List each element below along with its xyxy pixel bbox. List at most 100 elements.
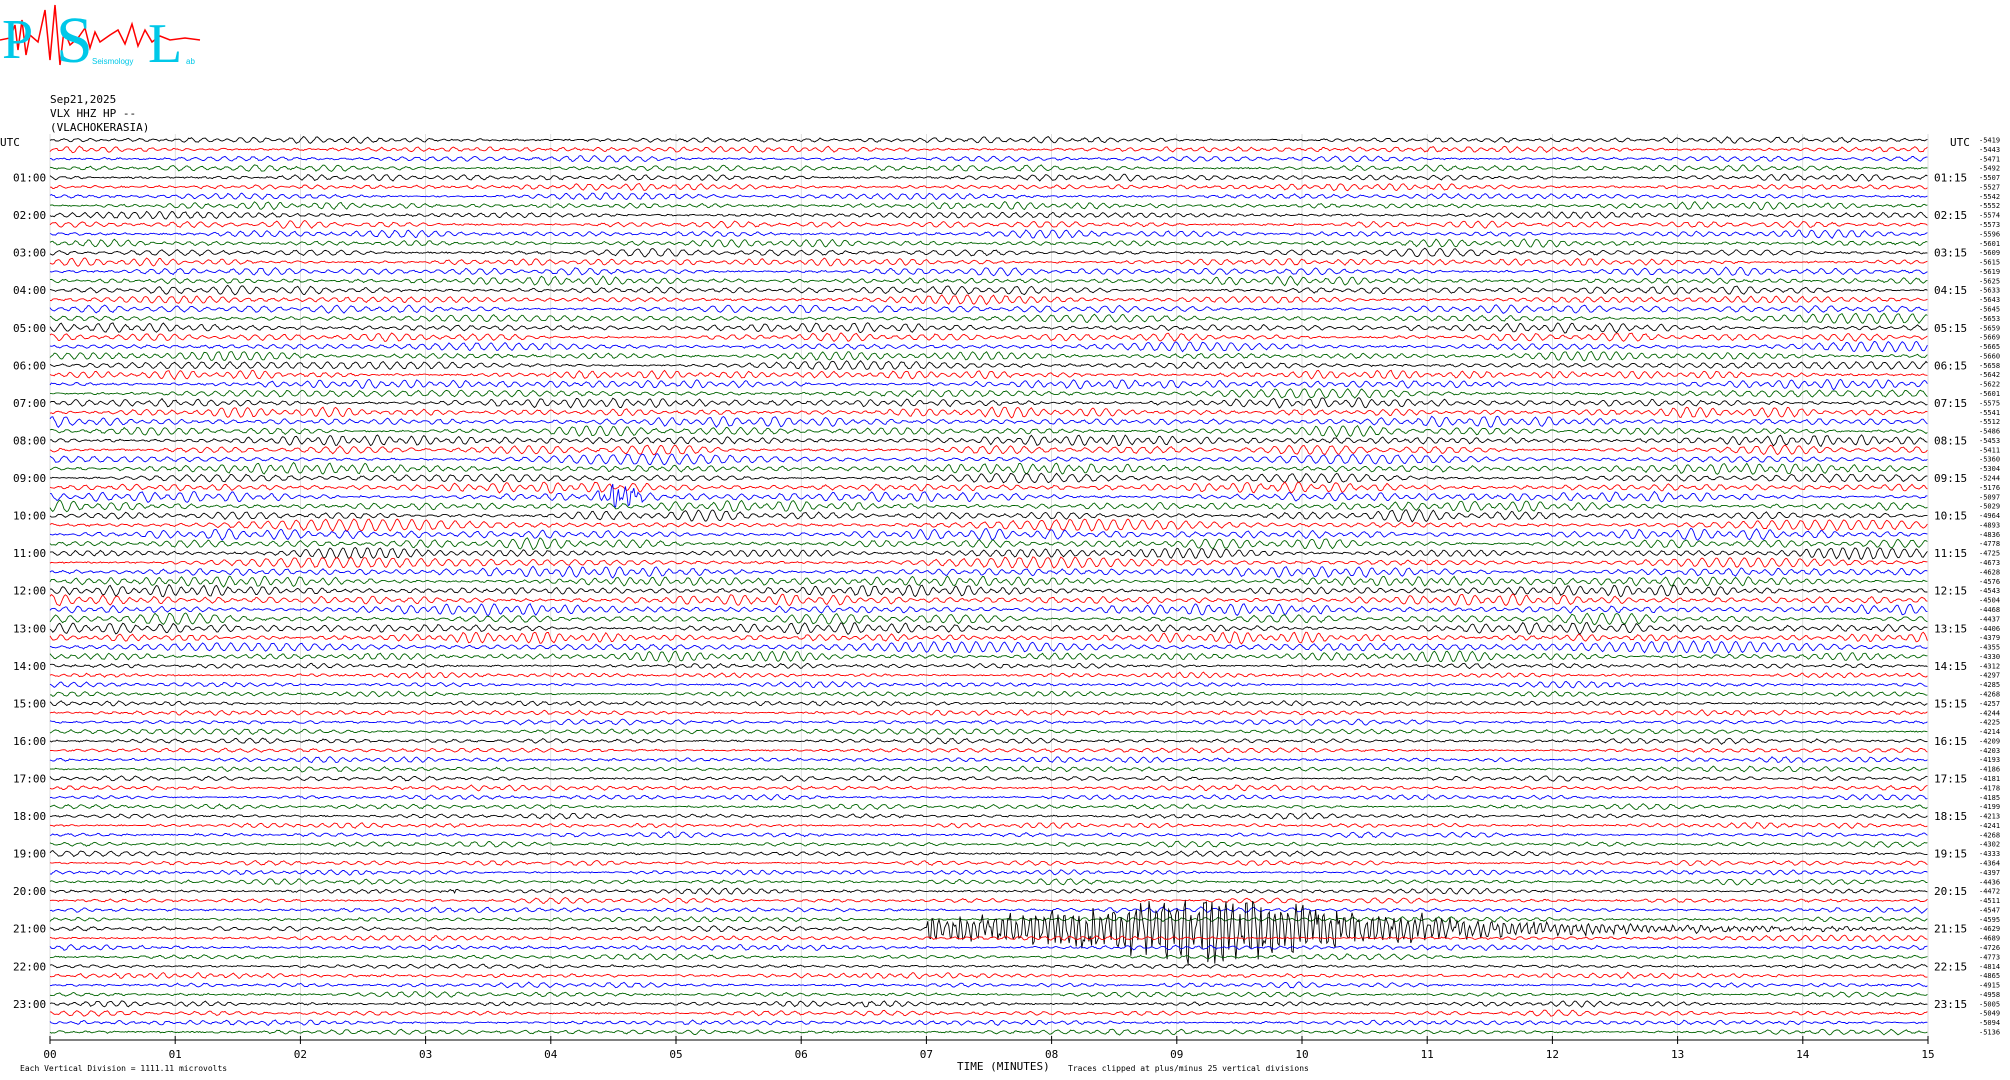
trace-row-3 bbox=[49, 164, 1928, 173]
left-label-1800: 18:00 bbox=[13, 810, 46, 823]
offset-label-74: -4268 bbox=[1979, 831, 2000, 839]
offset-label-88: -4814 bbox=[1979, 963, 2000, 971]
trace-row-44 bbox=[49, 546, 1928, 561]
offset-label-15: -5625 bbox=[1979, 277, 2000, 285]
trace-row-78 bbox=[49, 869, 1928, 876]
offset-label-24: -5658 bbox=[1979, 362, 2000, 370]
offset-label-90: -4915 bbox=[1979, 982, 2000, 990]
offset-label-94: -5094 bbox=[1979, 1019, 2000, 1027]
offset-label-12: -5609 bbox=[1979, 249, 2000, 257]
trace-row-80 bbox=[49, 887, 1928, 895]
offset-label-52: -4406 bbox=[1979, 625, 2000, 633]
offset-label-46: -4628 bbox=[1979, 568, 2000, 576]
left-label-0900: 09:00 bbox=[13, 472, 46, 485]
trace-row-95 bbox=[49, 1028, 1928, 1036]
offset-label-27: -5601 bbox=[1979, 390, 2000, 398]
offset-label-77: -4364 bbox=[1979, 859, 2000, 867]
offset-label-43: -4778 bbox=[1979, 540, 2000, 548]
trace-row-9 bbox=[49, 219, 1928, 229]
trace-row-82 bbox=[49, 906, 1928, 914]
trace-row-93 bbox=[49, 1009, 1928, 1017]
trace-row-77 bbox=[49, 859, 1928, 867]
trace-row-49 bbox=[49, 593, 1928, 607]
trace-row-16 bbox=[49, 284, 1928, 296]
offset-label-39: -5029 bbox=[1979, 503, 2000, 511]
right-label-0915: 09:15 bbox=[1934, 472, 1967, 485]
offset-label-86: -4726 bbox=[1979, 944, 2000, 952]
trace-row-12 bbox=[49, 247, 1928, 258]
offset-label-33: -5411 bbox=[1979, 446, 2000, 454]
offset-label-0: -5419 bbox=[1979, 137, 2000, 145]
left-label-1200: 12:00 bbox=[13, 585, 46, 598]
trace-row-21 bbox=[49, 332, 1928, 343]
trace-row-31 bbox=[49, 425, 1928, 438]
right-label-1515: 15:15 bbox=[1934, 697, 1967, 710]
trace-row-52 bbox=[49, 621, 1928, 636]
right-label-1815: 18:15 bbox=[1934, 810, 1967, 823]
right-label-0715: 07:15 bbox=[1934, 397, 1967, 410]
offset-label-16: -5633 bbox=[1979, 287, 2000, 295]
right-label-1015: 10:15 bbox=[1934, 510, 1967, 523]
trace-row-50 bbox=[49, 603, 1928, 617]
trace-row-26 bbox=[49, 378, 1928, 391]
seismic-traces bbox=[49, 135, 1928, 1036]
offset-label-26: -5622 bbox=[1979, 381, 2000, 389]
trace-row-25 bbox=[49, 369, 1928, 381]
offset-label-59: -4268 bbox=[1979, 690, 2000, 698]
offset-label-36: -5244 bbox=[1979, 475, 2000, 483]
left-label-1600: 16:00 bbox=[13, 735, 46, 748]
offset-label-56: -4312 bbox=[1979, 662, 2000, 670]
offset-label-63: -4214 bbox=[1979, 728, 2000, 736]
trace-row-55 bbox=[49, 650, 1928, 663]
offset-label-28: -5575 bbox=[1979, 399, 2000, 407]
left-label-2300: 23:00 bbox=[13, 998, 46, 1011]
offset-label-57: -4297 bbox=[1979, 672, 2000, 680]
trace-row-2 bbox=[49, 155, 1928, 163]
offset-label-42: -4836 bbox=[1979, 531, 2000, 539]
trace-row-23 bbox=[49, 350, 1928, 362]
x-tick-label-00: 00 bbox=[43, 1048, 56, 1061]
left-label-0200: 02:00 bbox=[13, 209, 46, 222]
x-tick-label-07: 07 bbox=[920, 1048, 933, 1061]
trace-row-76 bbox=[49, 850, 1928, 858]
x-axis-title: TIME (MINUTES) bbox=[957, 1060, 1050, 1073]
trace-row-87 bbox=[49, 953, 1928, 961]
trace-row-81 bbox=[49, 896, 1928, 905]
offset-label-91: -4958 bbox=[1979, 991, 2000, 999]
left-label-1400: 14:00 bbox=[13, 660, 46, 673]
trace-row-41 bbox=[49, 518, 1928, 533]
offset-label-70: -4185 bbox=[1979, 794, 2000, 802]
trace-row-11 bbox=[49, 238, 1928, 248]
offset-label-72: -4213 bbox=[1979, 813, 2000, 821]
trace-row-37 bbox=[49, 481, 1928, 494]
offset-label-30: -5512 bbox=[1979, 418, 2000, 426]
offset-label-75: -4302 bbox=[1979, 841, 2000, 849]
offset-label-7: -5552 bbox=[1979, 202, 2000, 210]
x-tick-label-05: 05 bbox=[669, 1048, 682, 1061]
footer-clip-note: Traces clipped at plus/minus 25 vertical… bbox=[1068, 1064, 1309, 1073]
trace-row-33 bbox=[49, 444, 1928, 456]
offset-label-92: -5005 bbox=[1979, 1000, 2000, 1008]
left-label-2100: 21:00 bbox=[13, 923, 46, 936]
offset-label-5: -5527 bbox=[1979, 183, 2000, 191]
trace-row-46 bbox=[49, 565, 1928, 579]
trace-row-59 bbox=[49, 690, 1928, 698]
offset-label-14: -5619 bbox=[1979, 268, 2000, 276]
offset-label-80: -4472 bbox=[1979, 888, 2000, 896]
offset-label-49: -4504 bbox=[1979, 597, 2000, 605]
x-tick-label-06: 06 bbox=[795, 1048, 808, 1061]
trace-row-28 bbox=[49, 397, 1928, 409]
offset-label-78: -4397 bbox=[1979, 869, 2000, 877]
offset-label-11: -5601 bbox=[1979, 240, 2000, 248]
left-label-0400: 04:00 bbox=[13, 284, 46, 297]
trace-row-17 bbox=[49, 294, 1928, 306]
right-label-1115: 11:15 bbox=[1934, 547, 1967, 560]
right-time-labels: 01:15 02:15 03:15 04:15 05:15 06:15 07:15 08:15… bbox=[1934, 172, 1967, 1011]
left-label-0500: 05:00 bbox=[13, 322, 46, 335]
offset-label-23: -5660 bbox=[1979, 352, 2000, 360]
right-label-2115: 21:15 bbox=[1934, 923, 1967, 936]
x-tick-label-01: 01 bbox=[169, 1048, 182, 1061]
right-label-2215: 22:15 bbox=[1934, 960, 1967, 973]
right-label-0815: 08:15 bbox=[1934, 434, 1967, 447]
trace-row-62 bbox=[49, 718, 1928, 726]
